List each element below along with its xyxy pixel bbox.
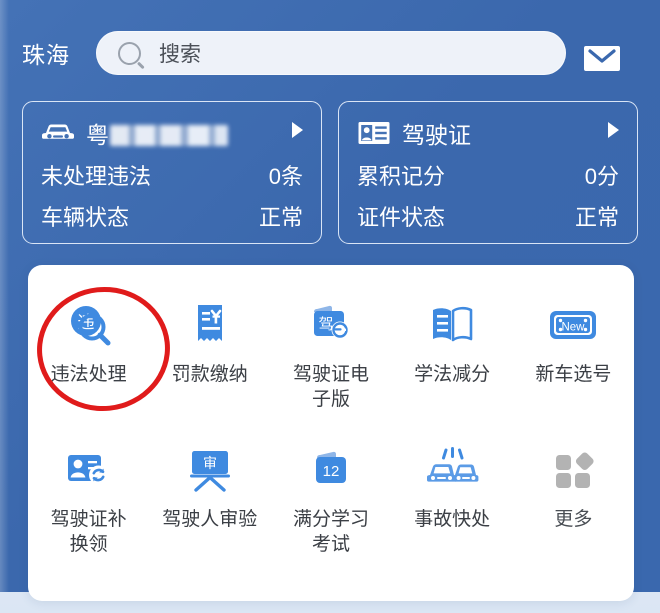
grid-item-label: 驾驶证电 子版 [292, 364, 369, 410]
grid-item-fine-payment[interactable]: 罚款缴纳 [149, 283, 270, 428]
more-grid-icon [545, 442, 601, 498]
app-root: 珠海 搜索 粤 未处理违法 0条 车辆状态 正常 驾驶证 累积记分 0分 证件状… [0, 0, 660, 613]
grid-item-license-replacement[interactable]: 驾驶证补 换领 [28, 428, 149, 573]
grid-item-more[interactable]: 更多 [513, 428, 634, 573]
license-row-status: 证件状态 正常 [357, 200, 619, 232]
new-plate-icon: New [545, 297, 601, 353]
license-row-status-label: 证件状态 [357, 205, 446, 230]
violation-search-icon: 违 [61, 297, 117, 353]
review-board-icon: 审 [182, 442, 238, 498]
grid-item-label: 满分学习 考试 [292, 509, 369, 555]
vehicle-row-violations: 未处理违法 0条 [41, 159, 303, 191]
service-panel: 违 违法处理 罚款缴纳 驾 驾驶证电 子版 学法减分 New 新车选号 驾驶证补… [28, 265, 634, 601]
license-row-points: 累积记分 0分 [357, 159, 619, 191]
license-row-points-value: 0分 [584, 164, 619, 189]
grid-item-new-plate-selection[interactable]: New 新车选号 [513, 283, 634, 428]
search-input[interactable]: 搜索 [96, 31, 566, 75]
grid-item-label: 违法处理 [50, 364, 127, 385]
vehicle-row-violations-value: 0条 [268, 164, 303, 189]
search-icon [118, 41, 141, 65]
service-grid: 违 违法处理 罚款缴纳 驾 驾驶证电 子版 学法减分 New 新车选号 驾驶证补… [28, 283, 634, 573]
mail-icon[interactable] [583, 45, 621, 72]
svg-text:New: New [562, 322, 586, 334]
search-placeholder: 搜索 [159, 43, 201, 66]
digital-license-icon: 驾 [303, 297, 359, 353]
grid-item-label: 驾驶人审验 [162, 509, 258, 530]
info-cards: 粤 未处理违法 0条 车辆状态 正常 驾驶证 累积记分 0分 证件状态 正常 [22, 101, 638, 244]
license-renew-icon [61, 442, 117, 498]
vehicle-row-status: 车辆状态 正常 [41, 200, 303, 232]
license-card[interactable]: 驾驶证 累积记分 0分 证件状态 正常 [338, 101, 638, 244]
vehicle-row-violations-label: 未处理违法 [41, 164, 152, 189]
twelve-points-icon: 12 [303, 442, 359, 498]
license-row-status-value: 正常 [574, 205, 619, 230]
svg-text:审: 审 [203, 455, 217, 471]
svg-text:驾: 驾 [318, 316, 333, 333]
grid-item-label: 驾驶证补 换领 [50, 509, 127, 555]
vehicle-card[interactable]: 粤 未处理违法 0条 车辆状态 正常 [22, 101, 322, 244]
vehicle-plate: 粤 [86, 116, 228, 150]
grid-item-learn-reduce-points[interactable]: 学法减分 [392, 283, 513, 428]
grid-item-label: 更多 [554, 509, 593, 530]
grid-item-driver-review[interactable]: 审 驾驶人审验 [149, 428, 270, 573]
license-card-title: 驾驶证 [402, 122, 471, 148]
grid-item-digital-license[interactable]: 驾 驾驶证电 子版 [270, 283, 391, 428]
vehicle-row-status-value: 正常 [258, 205, 303, 230]
grid-item-label: 学法减分 [414, 364, 491, 385]
vehicle-card-header: 粤 [41, 116, 303, 150]
city-selector[interactable]: 珠海 [22, 36, 84, 70]
license-card-header: 驾驶证 [357, 116, 619, 150]
grid-item-label: 新车选号 [535, 364, 612, 385]
car-icon [41, 119, 75, 147]
grid-item-full-points-exam[interactable]: 12 满分学习 考试 [270, 428, 391, 573]
grid-item-accident-handling[interactable]: 事故快处 [392, 428, 513, 573]
receipt-yen-icon [182, 297, 238, 353]
id-card-icon [357, 119, 391, 147]
vehicle-row-status-label: 车辆状态 [41, 205, 130, 230]
grid-item-label: 罚款缴纳 [171, 364, 248, 385]
grid-item-violation-handling[interactable]: 违 违法处理 [28, 283, 149, 428]
chevron-right-icon[interactable] [608, 122, 619, 138]
chevron-right-icon[interactable] [292, 122, 303, 138]
open-book-icon [424, 297, 480, 353]
top-bar: 珠海 搜索 [0, 22, 660, 84]
grid-item-label: 事故快处 [414, 509, 491, 530]
plate-number-masked [110, 125, 228, 146]
accident-cars-icon [424, 442, 480, 498]
license-row-points-label: 累积记分 [357, 164, 446, 189]
svg-text:12: 12 [323, 463, 340, 480]
